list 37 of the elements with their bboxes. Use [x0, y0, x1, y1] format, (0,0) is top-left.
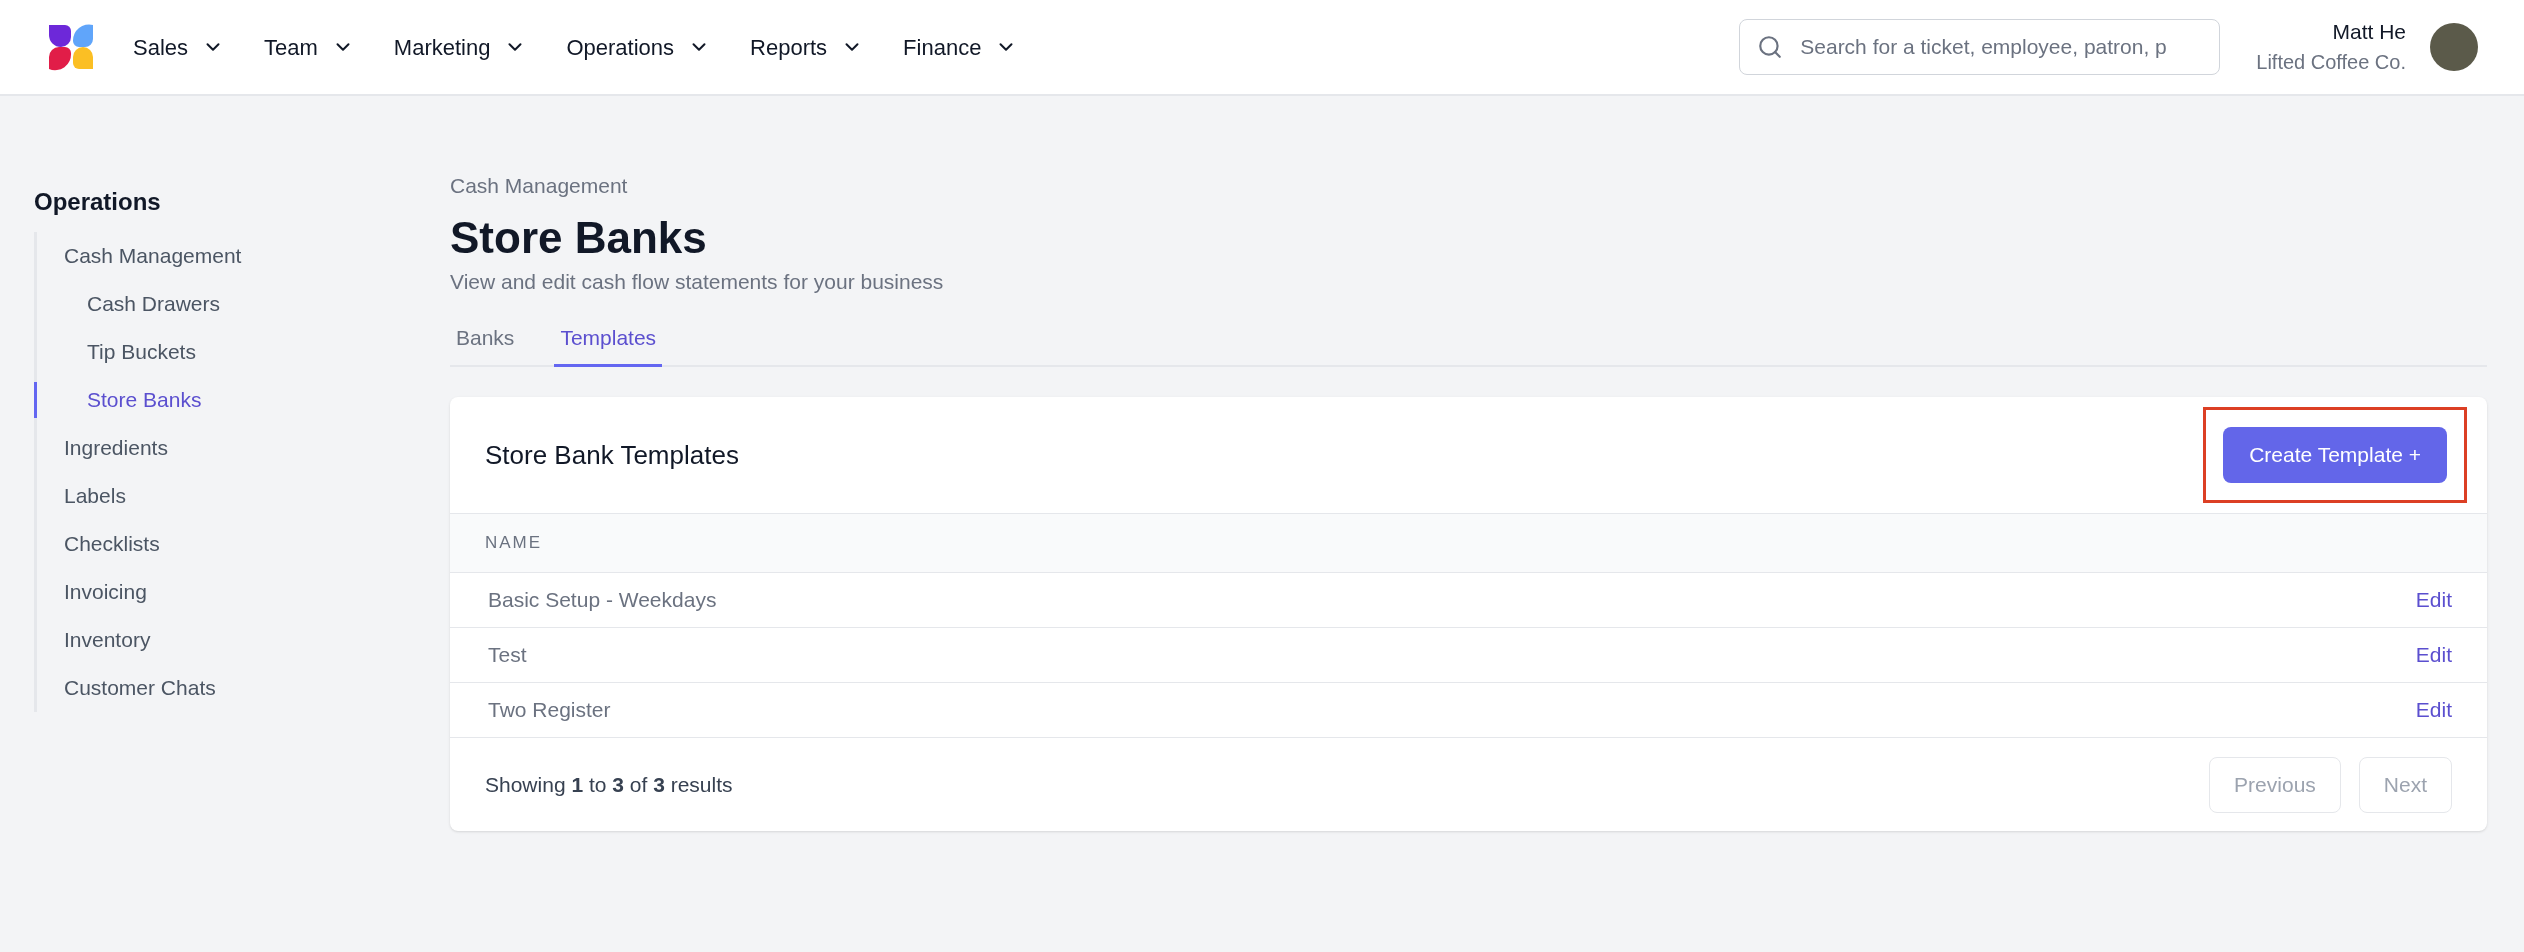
avatar[interactable]: [2430, 23, 2478, 71]
breadcrumb: Cash Management: [450, 173, 629, 199]
sidebar-item[interactable]: Ingredients: [64, 432, 168, 464]
edit-link[interactable]: Edit: [2415, 584, 2452, 616]
sidebar-item[interactable]: Invoicing: [64, 576, 147, 608]
edit-link[interactable]: Edit: [2415, 694, 2452, 726]
search-icon: [1757, 34, 1784, 60]
sidebar-item[interactable]: Labels: [64, 480, 126, 512]
tab[interactable]: Banks: [450, 311, 521, 367]
sidebar-title: Operations: [34, 187, 162, 217]
sidebar-item[interactable]: Store Banks: [87, 384, 202, 416]
nav-menu[interactable]: Finance: [903, 30, 1018, 64]
sidebar-item[interactable]: Cash Drawers: [87, 288, 221, 320]
table-cell-text: Basic Setup - Weekdays: [488, 587, 717, 614]
sidebar-item[interactable]: Customer Chats: [64, 672, 216, 704]
nav-menu[interactable]: Team: [264, 30, 354, 64]
card-title: Store Bank Templates: [485, 438, 739, 472]
user-name: Matt He: [2332, 19, 2406, 45]
sidebar-item[interactable]: Tip Buckets: [87, 336, 196, 368]
nav-menu[interactable]: Operations: [566, 30, 711, 64]
table-cell-text: Test: [488, 642, 527, 669]
table-cell-text: Two Register: [488, 697, 611, 724]
page-title: Store Banks: [450, 211, 708, 264]
tab[interactable]: Templates: [554, 311, 663, 367]
results-summary: Showing 1 to 3 of 3 results: [485, 771, 733, 798]
create-template-button[interactable]: Create Template +: [2223, 427, 2447, 483]
column-header: NAME: [485, 532, 543, 555]
sidebar-item[interactable]: Inventory: [64, 624, 151, 656]
nav-menu[interactable]: Marketing: [393, 30, 527, 64]
search-field[interactable]: Search for a ticket, employee, patron, p: [1739, 19, 2221, 75]
sidebar-item[interactable]: Cash Management: [64, 240, 242, 272]
company-name: Lifted Coffee Co.: [2256, 50, 2406, 75]
edit-link[interactable]: Edit: [2415, 639, 2452, 671]
nav-menu[interactable]: Reports: [750, 30, 864, 64]
sidebar-item[interactable]: Checklists: [64, 528, 160, 560]
page-subtitle: View and edit cash flow statements for your business: [450, 268, 945, 295]
nav-menu[interactable]: Sales: [133, 30, 225, 64]
